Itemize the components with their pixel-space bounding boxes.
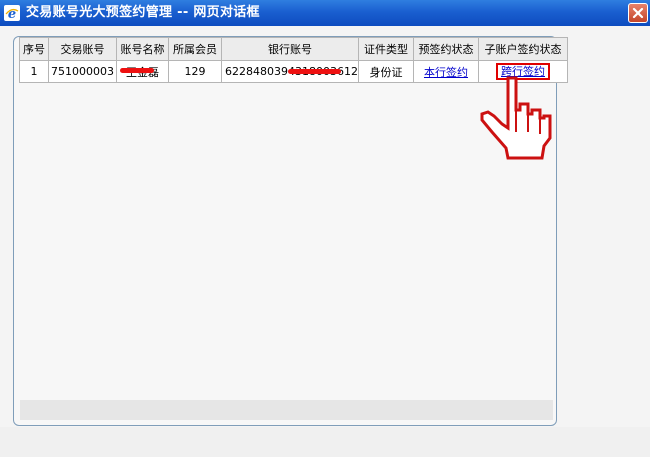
status-bar: [20, 400, 553, 420]
cell-id-type: 身份证: [357, 60, 414, 83]
redaction-mark-bank-account: [288, 69, 341, 74]
col-header-bank-account: 银行账号: [221, 37, 359, 61]
col-header-sub-sign-status: 子账户签约状态: [477, 37, 568, 61]
pre-sign-status-link[interactable]: 本行签约: [424, 66, 468, 79]
grid-frame: [13, 36, 557, 426]
col-header-account-name: 账号名称: [116, 37, 169, 61]
title-bar: e 交易账号光大预签约管理 -- 网页对话框: [0, 0, 650, 26]
cell-member: 129: [168, 60, 222, 83]
col-header-pre-sign-status: 预签约状态: [412, 37, 479, 61]
redaction-mark-name: [120, 68, 154, 73]
cell-account: 751000003: [48, 60, 117, 83]
ie-app-icon: e: [4, 5, 20, 21]
col-header-seq: 序号: [19, 37, 49, 61]
cell-pre-sign-status: 本行签约: [412, 60, 479, 83]
col-header-member: 所属会员: [168, 37, 222, 61]
cell-seq: 1: [19, 60, 49, 83]
col-header-id-type: 证件类型: [357, 37, 414, 61]
window-title: 交易账号光大预签约管理 -- 网页对话框: [26, 5, 260, 20]
close-icon: [632, 7, 644, 19]
col-header-account: 交易账号: [48, 37, 117, 61]
close-button[interactable]: [628, 3, 648, 23]
table-header-row: 序号 交易账号 账号名称 所属会员 银行账号 证件类型 预签约状态 子账户签约状…: [19, 37, 568, 61]
dialog-footer-strip: [0, 427, 650, 457]
hand-pointer-icon: [480, 76, 552, 160]
